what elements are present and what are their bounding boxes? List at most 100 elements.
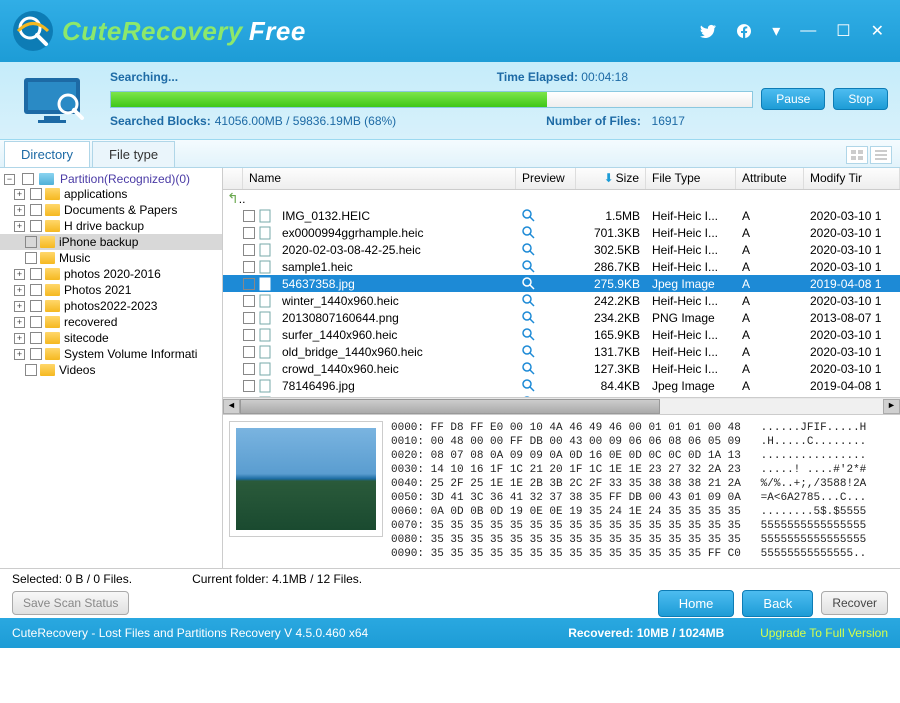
stop-button[interactable]: Stop [833,88,888,110]
tree-item[interactable]: +photos2022-2023 [0,298,222,314]
view-grid-icon[interactable] [846,146,868,164]
preview-icon[interactable] [516,209,576,222]
tab-directory[interactable]: Directory [4,141,90,167]
col-size[interactable]: ⬇Size [576,168,646,189]
checkbox[interactable] [30,220,42,232]
tree-item[interactable]: +H drive backup [0,218,222,234]
checkbox[interactable] [243,244,255,256]
tree-item[interactable]: Music [0,250,222,266]
file-row[interactable]: old_bridge_1440x960.heic131.7KBHeif-Heic… [223,343,900,360]
directory-tree[interactable]: − Partition(Recognized)(0) +applications… [0,168,223,568]
checkbox[interactable] [243,210,255,222]
file-row[interactable]: sample1.heic286.7KBHeif-Heic I...A2020-0… [223,258,900,275]
checkbox[interactable] [243,363,255,375]
checkbox[interactable] [30,284,42,296]
checkbox[interactable] [243,329,255,341]
file-row[interactable]: IMG_0132.HEIC1.5MBHeif-Heic I...A2020-03… [223,207,900,224]
checkbox[interactable] [30,316,42,328]
checkbox[interactable] [243,380,255,392]
preview-icon[interactable] [516,311,576,324]
preview-icon[interactable] [516,226,576,239]
checkbox[interactable] [25,236,37,248]
dropdown-icon[interactable]: ▾ [772,21,780,41]
file-row[interactable]: 2020-02-03-08-42-25.heic302.5KBHeif-Heic… [223,241,900,258]
tree-item[interactable]: iPhone backup [0,234,222,250]
back-button[interactable]: Back [742,590,813,617]
col-modify[interactable]: Modify Tir [804,168,900,189]
file-row[interactable]: 20130807160644.png234.2KBPNG ImageA2013-… [223,309,900,326]
file-row[interactable]: crowd_1440x960.heic127.3KBHeif-Heic I...… [223,360,900,377]
col-name[interactable]: Name [243,168,516,189]
home-button[interactable]: Home [658,590,735,617]
drive-icon [39,173,54,185]
file-row[interactable]: ex0000994ggrhample.heic701.3KBHeif-Heic … [223,224,900,241]
expand-icon[interactable]: + [14,205,25,216]
tree-item[interactable]: +recovered [0,314,222,330]
checkbox[interactable] [243,261,255,273]
checkbox[interactable] [243,312,255,324]
expand-icon[interactable]: + [14,317,25,328]
expand-icon[interactable]: + [14,349,25,360]
preview-icon[interactable] [516,260,576,273]
expand-icon[interactable]: + [14,189,25,200]
expand-icon[interactable]: + [14,269,25,280]
file-row[interactable]: surfer_1440x960.heic165.9KBHeif-Heic I..… [223,326,900,343]
minimize-icon[interactable]: — [800,22,816,40]
checkbox[interactable] [30,348,42,360]
view-list-icon[interactable] [870,146,892,164]
preview-icon[interactable] [516,294,576,307]
up-directory[interactable]: ↰.. [223,190,900,207]
expand-icon[interactable]: + [14,301,25,312]
tree-root[interactable]: − Partition(Recognized)(0) [0,172,222,186]
col-filetype[interactable]: File Type [646,168,736,189]
tree-item[interactable]: Videos [0,362,222,378]
horizontal-scrollbar[interactable]: ◄ ► [223,397,900,414]
scroll-right-icon[interactable]: ► [883,399,900,414]
tree-item[interactable]: +Documents & Papers [0,202,222,218]
checkbox[interactable] [25,364,37,376]
preview-icon[interactable] [516,328,576,341]
checkbox[interactable] [30,332,42,344]
preview-icon[interactable] [516,379,576,392]
close-icon[interactable]: ✕ [871,21,884,41]
expand-icon[interactable]: + [14,285,25,296]
tab-filetype[interactable]: File type [92,141,175,167]
checkbox[interactable] [243,227,255,239]
tree-item[interactable]: +photos 2020-2016 [0,266,222,282]
file-row[interactable]: 78146496.jpg84.4KBJpeg ImageA2019-04-08 … [223,377,900,394]
maximize-icon[interactable]: ☐ [836,21,850,41]
file-row[interactable]: 54637358.jpg275.9KBJpeg ImageA2019-04-08… [223,275,900,292]
checkbox[interactable] [22,173,34,185]
tree-item[interactable]: +applications [0,186,222,202]
checkbox[interactable] [25,252,37,264]
col-preview[interactable]: Preview [516,168,576,189]
tree-item[interactable]: +System Volume Informati [0,346,222,362]
preview-icon[interactable] [516,362,576,375]
preview-icon[interactable] [516,243,576,256]
col-attribute[interactable]: Attribute [736,168,804,189]
checkbox[interactable] [243,346,255,358]
expand-icon[interactable]: + [14,333,25,344]
expand-icon[interactable]: + [14,221,25,232]
twitter-icon[interactable] [700,23,716,39]
facebook-icon[interactable] [736,23,752,39]
checkbox[interactable] [243,295,255,307]
checkbox[interactable] [30,268,42,280]
checkbox[interactable] [30,300,42,312]
tree-item[interactable]: +sitecode [0,330,222,346]
preview-icon[interactable] [516,277,576,290]
collapse-icon[interactable]: − [4,174,15,185]
recover-button[interactable]: Recover [821,591,888,615]
upgrade-link[interactable]: Upgrade To Full Version [760,626,888,640]
scroll-thumb[interactable] [240,399,660,414]
checkbox[interactable] [30,188,42,200]
checkbox[interactable] [243,278,255,290]
save-scan-button[interactable]: Save Scan Status [12,591,129,615]
scroll-left-icon[interactable]: ◄ [223,399,240,414]
pause-button[interactable]: Pause [761,88,825,110]
checkbox[interactable] [30,204,42,216]
tree-item[interactable]: +Photos 2021 [0,282,222,298]
file-list[interactable]: ↰.. IMG_0132.HEIC1.5MBHeif-Heic I...A202… [223,190,900,397]
file-row[interactable]: winter_1440x960.heic242.2KBHeif-Heic I..… [223,292,900,309]
preview-icon[interactable] [516,345,576,358]
